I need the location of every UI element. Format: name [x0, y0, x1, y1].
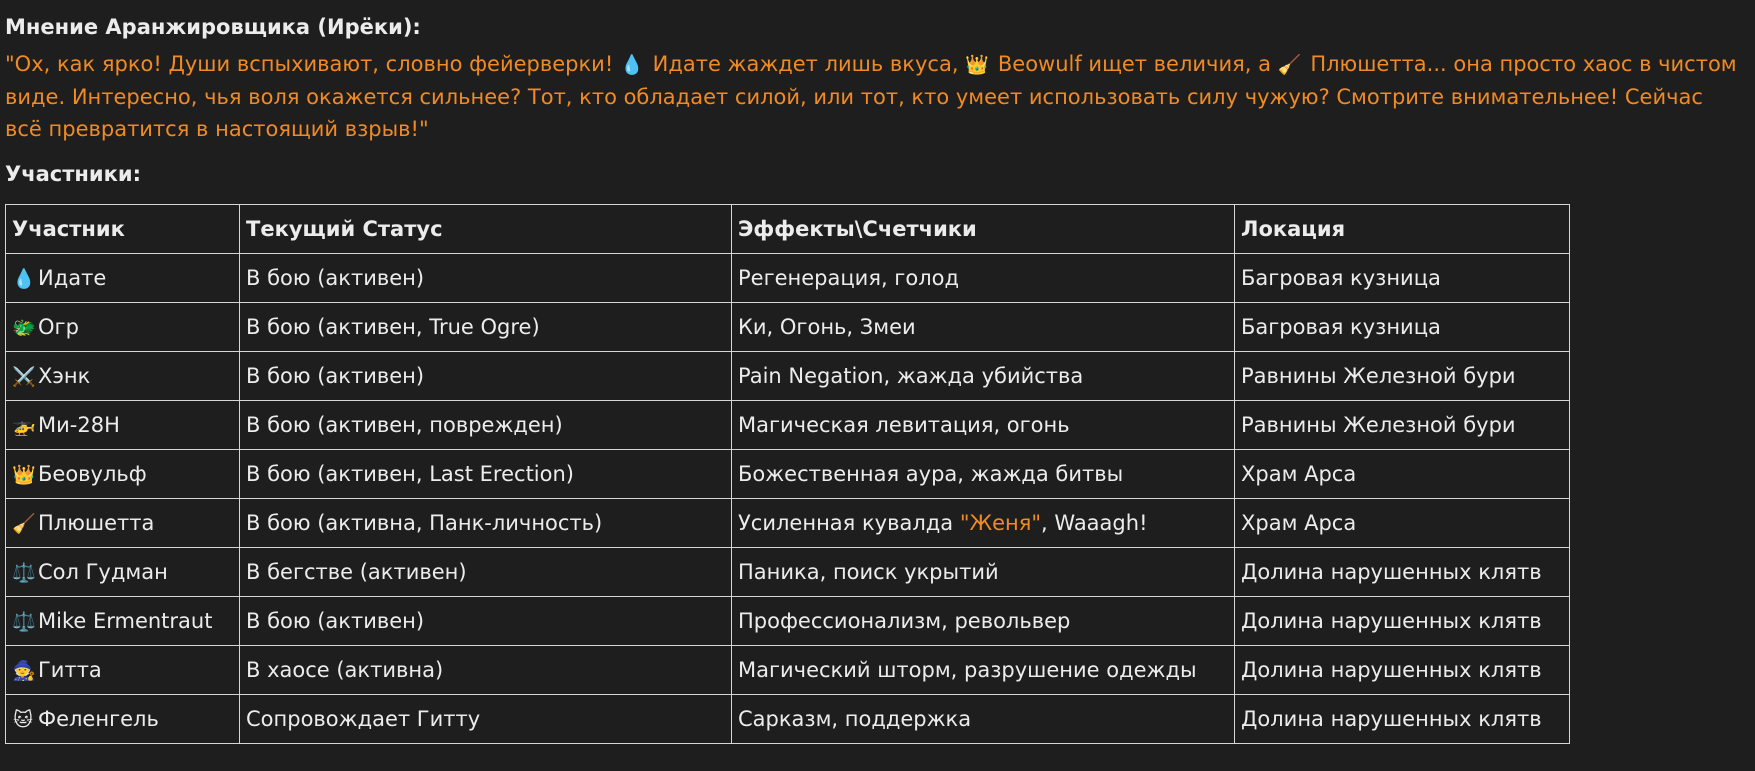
cell-location: Равнины Железной бури	[1234, 400, 1570, 450]
cell-effects: Ки, Огонь, Змеи	[731, 302, 1235, 352]
cell-status: В бегстве (активен)	[239, 547, 732, 597]
cell-location: Долина нарушенных клятв	[1234, 694, 1570, 744]
participant-name: Беовульф	[38, 462, 147, 486]
cell-effects: Магическая левитация, огонь	[731, 400, 1235, 450]
effects-text: Профессионализм, револьвер	[738, 609, 1071, 633]
table-row: 🐱 Феленгель Сопровождает Гитту Сарказм, под…	[5, 694, 1570, 744]
effects-text: Магический шторм, разрушение одежды	[738, 658, 1197, 682]
quote-text-1: "Ох, как ярко! Души вспыхивают, словно ф…	[5, 52, 620, 76]
cell-participant: 🧙 Гитта	[5, 645, 240, 695]
opinion-heading: Мнение Аранжировщика (Ирёки):	[5, 15, 421, 39]
participant-name: Гитта	[38, 658, 102, 682]
cell-status: Сопровождает Гитту	[239, 694, 732, 744]
participant-name: Хэнк	[38, 364, 91, 388]
chat-message: Мнение Аранжировщика (Ирёки): "Ох, как я…	[5, 0, 1750, 744]
cell-effects: Сарказм, поддержка	[731, 694, 1235, 744]
cell-location: Долина нарушенных клятв	[1234, 547, 1570, 597]
participants-table: Участник Текущий Статус Эффекты\Счетчики…	[5, 204, 1570, 744]
cell-status: В бою (активен)	[239, 351, 732, 401]
cell-participant: 🐱 Феленгель	[5, 694, 240, 744]
participant-name: Ми-28Н	[38, 413, 120, 437]
drop-icon: 💧	[12, 268, 36, 290]
broom-icon: 🧹	[12, 513, 36, 535]
cell-status: В бою (активен, поврежден)	[239, 400, 732, 450]
scales-icon: ⚖️	[12, 562, 36, 584]
cell-location: Багровая кузница	[1234, 302, 1570, 352]
table-row: 🐲 Огр В бою (активен, True Ogre) Ки, Огонь,…	[5, 302, 1570, 352]
table-row: 👑 Беовульф В бою (активен, Last Erection) Б…	[5, 449, 1570, 499]
crown-icon: 👑	[965, 54, 989, 76]
cell-participant: 🐲 Огр	[5, 302, 240, 352]
effects-text: Усиленная кувалда	[738, 511, 960, 535]
cell-effects: Профессионализм, револьвер	[731, 596, 1235, 646]
cell-participant: ⚔️ Хэнк	[5, 351, 240, 401]
table-row: 🧙 Гитта В хаосе (активна) Магический шторм,…	[5, 645, 1570, 695]
table-row: ⚖️ Mike Ermentraut В бою (активен) Професси…	[5, 596, 1570, 646]
cell-status: В бою (активен, Last Erection)	[239, 449, 732, 499]
cell-location: Храм Арса	[1234, 449, 1570, 499]
effects-text: Регенерация, голод	[738, 266, 959, 290]
cell-location: Храм Арса	[1234, 498, 1570, 548]
drop-icon: 💧	[619, 54, 644, 76]
participant-name: Идате	[38, 266, 107, 290]
cell-effects: Паника, поиск укрытий	[731, 547, 1235, 597]
table-row: 🧹 Плюшетта В бою (активна, Панк-личность) У…	[5, 498, 1570, 548]
cell-effects: Магический шторм, разрушение одежды	[731, 645, 1235, 695]
helicopter-icon: 🚁	[12, 415, 36, 437]
table-row: 💧 Идате В бою (активен) Регенерация, голод Б…	[5, 253, 1570, 303]
cell-participant: 👑 Беовульф	[5, 449, 240, 499]
effects-text: Божественная аура, жажда битвы	[738, 462, 1124, 486]
scales-icon: ⚖️	[12, 611, 36, 633]
cat-icon: 🐱	[13, 709, 33, 731]
effects-text: Ки, Огонь, Змеи	[738, 315, 916, 339]
table-row: 🚁 Ми-28Н В бою (активен, поврежден) Магичес…	[5, 400, 1570, 450]
quote-text-3: Beowulf ищет величия, а	[991, 52, 1278, 76]
mage-icon: 🧙	[12, 660, 36, 682]
opinion-quote: "Ох, как ярко! Души вспыхивают, словно ф…	[5, 48, 1745, 145]
cell-status: В бою (активен)	[239, 596, 732, 646]
effects-highlight: "Женя"	[959, 511, 1042, 535]
table-row: ⚔️ Хэнк В бою (активен) Pain Negation, жажд…	[5, 351, 1570, 401]
table-header-row: Участник Текущий Статус Эффекты\Счетчики…	[5, 204, 1570, 254]
cell-status: В хаосе (активна)	[239, 645, 732, 695]
participant-name: Плюшетта	[38, 511, 155, 535]
column-header-status: Текущий Статус	[239, 204, 732, 254]
participant-name: Mike Ermentraut	[38, 609, 213, 633]
cell-participant: 🚁 Ми-28Н	[5, 400, 240, 450]
cell-location: Багровая кузница	[1234, 253, 1570, 303]
effects-text: Pain Negation, жажда убийства	[738, 364, 1084, 388]
column-header-effects: Эффекты\Счетчики	[731, 204, 1235, 254]
cell-effects: Регенерация, голод	[731, 253, 1235, 303]
table-row: ⚖️ Сол Гудман В бегстве (активен) Паника, п…	[5, 547, 1570, 597]
participants-heading: Участники:	[5, 162, 141, 186]
participant-name: Сол Гудман	[38, 560, 168, 584]
crossed-swords-icon: ⚔️	[12, 366, 36, 388]
cell-participant: 🧹 Плюшетта	[5, 498, 240, 548]
cell-location: Долина нарушенных клятв	[1234, 596, 1570, 646]
effects-text: Сарказм, поддержка	[738, 707, 972, 731]
cell-participant: ⚖️ Сол Гудман	[5, 547, 240, 597]
cell-effects: Божественная аура, жажда битвы	[731, 449, 1235, 499]
effects-text: Магическая левитация, огонь	[738, 413, 1070, 437]
cell-location: Равнины Железной бури	[1234, 351, 1570, 401]
column-header-participant: Участник	[5, 204, 240, 254]
cell-participant: ⚖️ Mike Ermentraut	[5, 596, 240, 646]
cell-status: В бою (активен)	[239, 253, 732, 303]
crown-icon: 👑	[12, 464, 36, 486]
participant-name: Огр	[38, 315, 79, 339]
column-header-location: Локация	[1234, 204, 1570, 254]
cell-participant: 💧 Идате	[5, 253, 240, 303]
cell-effects: Усиленная кувалда "Женя", Waaagh!	[731, 498, 1235, 548]
cell-location: Долина нарушенных клятв	[1234, 645, 1570, 695]
effects-tail: , Waaagh!	[1041, 511, 1148, 535]
cell-status: В бою (активна, Панк-личность)	[239, 498, 732, 548]
cell-effects: Pain Negation, жажда убийства	[731, 351, 1235, 401]
participant-name: Феленгель	[38, 707, 159, 731]
dragon-icon: 🐲	[12, 317, 36, 339]
effects-text: Паника, поиск укрытий	[738, 560, 999, 584]
quote-text-2: Идате жаждет лишь вкуса,	[645, 52, 966, 76]
broom-icon: 🧹	[1277, 54, 1302, 76]
cell-status: В бою (активен, True Ogre)	[239, 302, 732, 352]
